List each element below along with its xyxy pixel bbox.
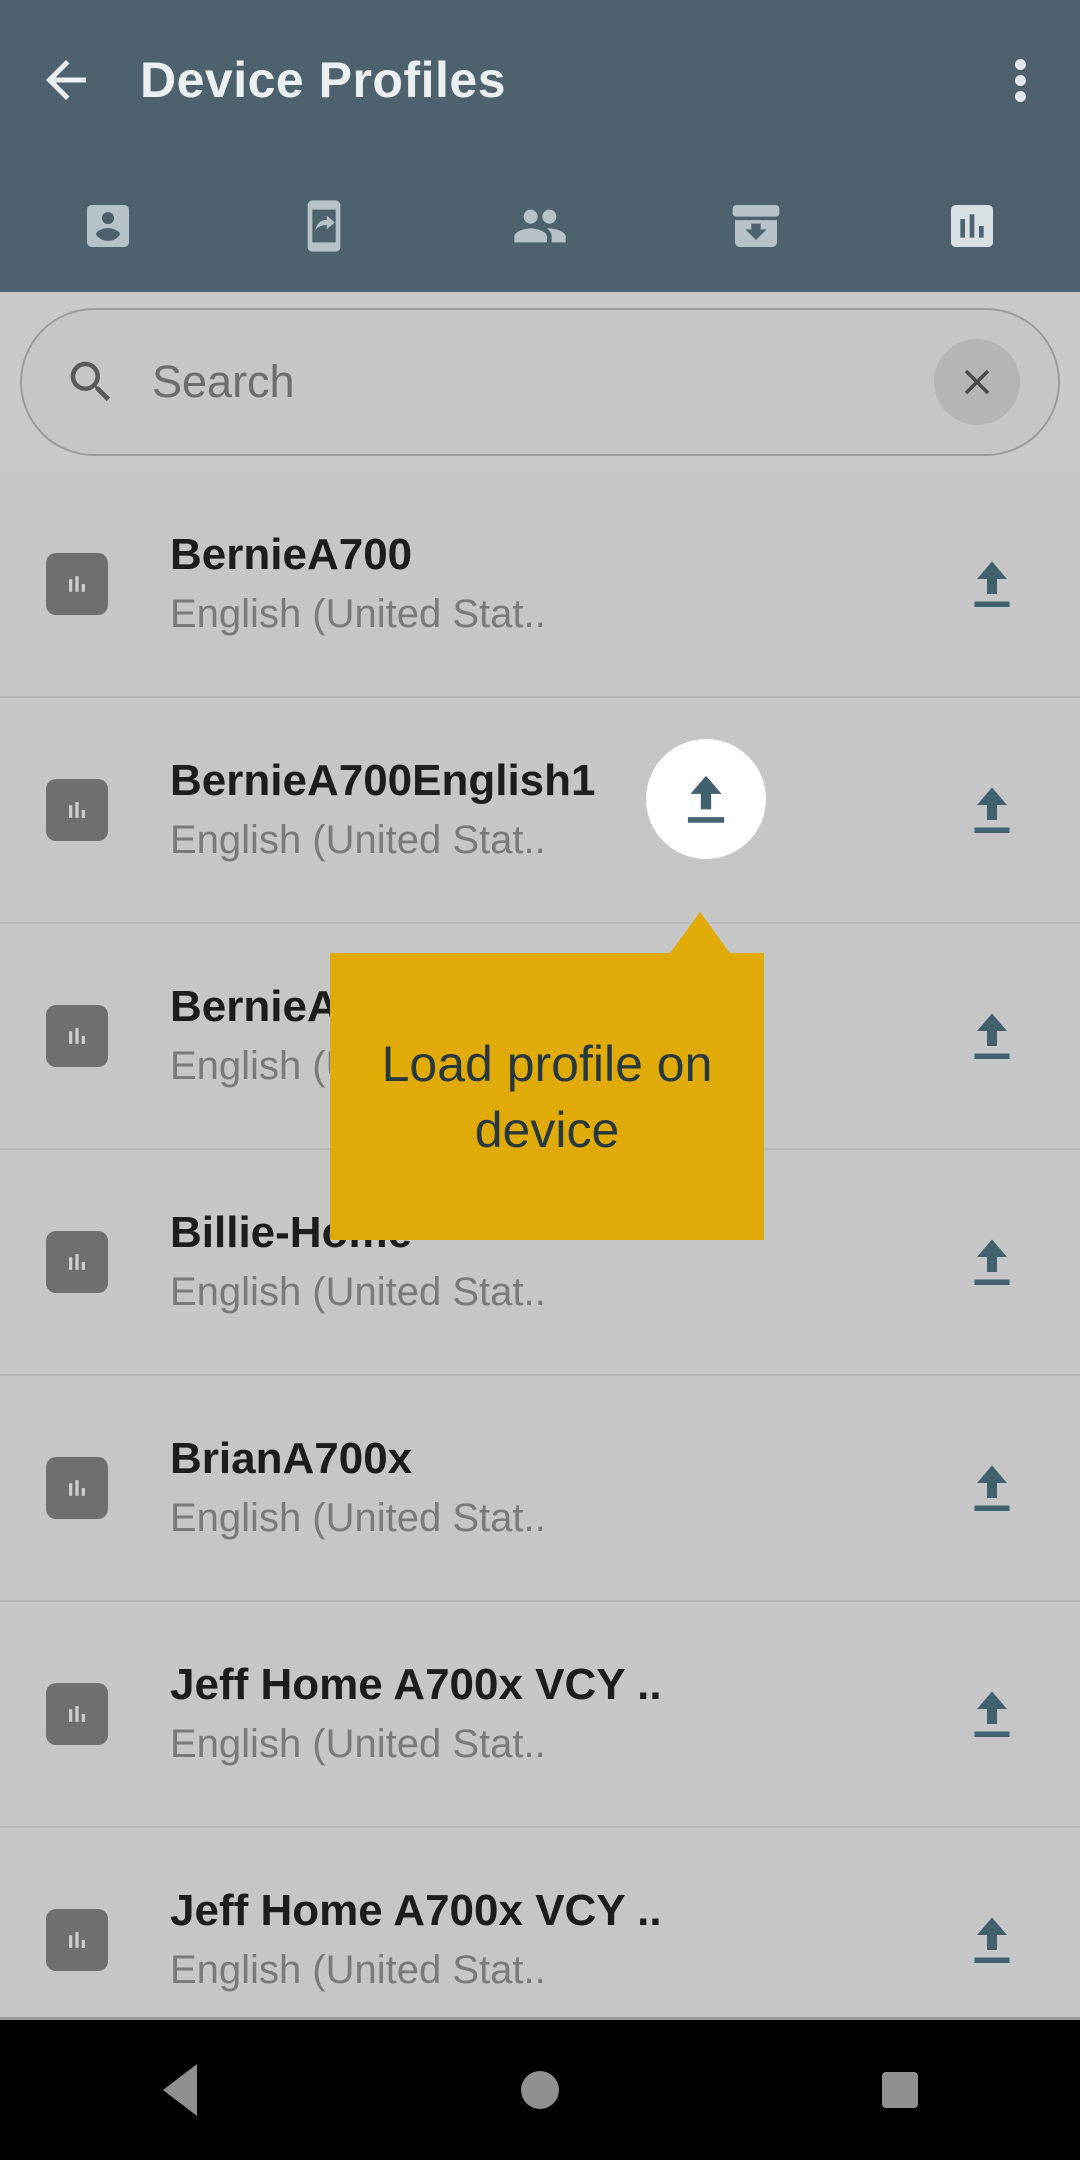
profile-type-icon: [46, 779, 108, 841]
bar-chart-icon: [69, 802, 85, 818]
back-button[interactable]: [0, 0, 132, 160]
upload-icon: [974, 561, 1010, 607]
android-nav-bar: [0, 2020, 1080, 2160]
upload-icon: [974, 1013, 1010, 1059]
page-title: Device Profiles: [140, 52, 507, 108]
profile-type-icon: [46, 1909, 108, 1971]
app-bar: Device Profiles: [0, 0, 1080, 292]
upload-icon: [974, 1917, 1010, 1963]
more-vertical-icon: [1014, 54, 1026, 107]
phone-share-icon: [307, 200, 341, 252]
nav-home-button[interactable]: [440, 2020, 640, 2160]
load-profile-button[interactable]: [944, 988, 1040, 1084]
profile-type-icon: [46, 553, 108, 615]
profile-language: English (United Stat..: [170, 1496, 546, 1541]
coachmark-arrow: [668, 912, 732, 956]
tab-chart[interactable]: [864, 160, 1080, 292]
close-icon: [964, 369, 990, 395]
row-text: Jeff Home A700x VCY .. English (United S…: [170, 1885, 944, 1994]
upload-icon: [687, 775, 725, 823]
row-text: BernieA700 English (United Stat..: [170, 529, 944, 638]
arrow-left-icon: [46, 60, 86, 100]
profile-language: English (United Stat..: [170, 1270, 546, 1315]
bar-chart-icon: [69, 1932, 85, 1948]
load-profile-button[interactable]: [944, 762, 1040, 858]
search-input[interactable]: [152, 356, 934, 408]
tab-contact[interactable]: [0, 160, 216, 292]
bar-chart-icon: [69, 1254, 85, 1270]
profile-type-icon: [46, 1005, 108, 1067]
search-container: [0, 292, 1080, 472]
tab-strip: [0, 160, 1080, 292]
profile-language: English (United Stat..: [170, 592, 546, 637]
coachmark-tooltip[interactable]: Load profile on device: [330, 953, 764, 1240]
table-row[interactable]: Jeff Home A700x VCY .. English (United S…: [0, 1602, 1080, 1828]
row-text: Jeff Home A700x VCY .. English (United S…: [170, 1659, 944, 1768]
nav-back-button[interactable]: [80, 2020, 280, 2160]
table-row[interactable]: Jeff Home A700x VCY .. English (United S…: [0, 1828, 1080, 2020]
app-bar-top: Device Profiles: [0, 0, 1080, 160]
load-profile-button[interactable]: [944, 536, 1040, 632]
back-triangle-icon: [163, 2064, 197, 2116]
bar-chart-icon: [69, 1706, 85, 1722]
profile-name: Jeff Home A700x VCY ..: [170, 1886, 662, 1936]
clear-search-button[interactable]: [934, 339, 1020, 425]
account-box-icon: [87, 205, 129, 247]
search-icon: [62, 353, 120, 411]
profile-name: BrianA700x: [170, 1434, 413, 1484]
load-profile-button[interactable]: [944, 1214, 1040, 1310]
coachmark-text: Load profile on device: [381, 1035, 713, 1158]
profile-type-icon: [46, 1231, 108, 1293]
coachmark-spotlight[interactable]: [646, 739, 766, 859]
upload-icon: [974, 1691, 1010, 1737]
nav-recents-button[interactable]: [800, 2020, 1000, 2160]
profile-name: BernieA700: [170, 530, 413, 580]
row-text: BernieA700English1 English (United Stat.…: [170, 755, 944, 864]
tab-share[interactable]: [216, 160, 432, 292]
profile-language: English (United Stat..: [170, 1948, 546, 1993]
archive-down-icon: [732, 205, 780, 247]
home-circle-icon: [521, 2071, 559, 2109]
table-row[interactable]: BernieA700English1 English (United Stat.…: [0, 698, 1080, 924]
recents-square-icon: [882, 2072, 918, 2108]
profile-name: BernieA700English1: [170, 756, 596, 806]
phone-screen: Device Profiles Search BernieA700 Englis…: [0, 0, 1080, 2160]
upload-icon: [974, 787, 1010, 833]
table-row[interactable]: BrianA700x English (United Stat..: [0, 1376, 1080, 1602]
upload-icon: [974, 1465, 1010, 1511]
profile-list[interactable]: BernieA700 English (United Stat.. Bernie…: [0, 472, 1080, 2020]
upload-icon: [974, 1239, 1010, 1285]
overflow-menu-button[interactable]: [960, 0, 1080, 160]
bar-chart-icon: [69, 1480, 85, 1496]
load-profile-button[interactable]: [944, 1892, 1040, 1988]
table-row[interactable]: BernieA700 English (United Stat..: [0, 472, 1080, 698]
profile-type-icon: [46, 1457, 108, 1519]
magnifier-icon: [70, 361, 111, 402]
search-bar[interactable]: [20, 308, 1060, 456]
load-profile-button[interactable]: [944, 1440, 1040, 1536]
tab-archive[interactable]: [648, 160, 864, 292]
bar-chart-icon: [69, 1028, 85, 1044]
tab-group[interactable]: [432, 160, 648, 292]
profile-name: Jeff Home A700x VCY ..: [170, 1660, 662, 1710]
people-icon: [514, 209, 566, 243]
load-profile-button[interactable]: [944, 1666, 1040, 1762]
profile-language: English (United Stat..: [170, 818, 546, 863]
row-text: BrianA700x English (United Stat..: [170, 1433, 944, 1542]
profile-type-icon: [46, 1683, 108, 1745]
bar-chart-icon: [951, 205, 993, 247]
profile-language: English (United Stat..: [170, 1722, 546, 1767]
bar-chart-icon: [69, 576, 85, 592]
